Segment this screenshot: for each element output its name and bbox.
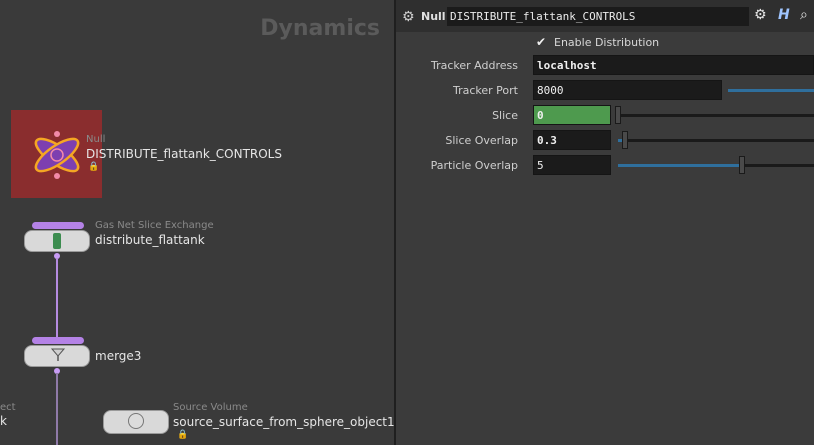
- partial-node-name[interactable]: k: [0, 414, 7, 428]
- node-name-field[interactable]: DISTRIBUTE_flattank_CONTROLS: [447, 7, 749, 26]
- particle-overlap-slider-handle[interactable]: [739, 156, 745, 174]
- particle-overlap-field[interactable]: 5: [533, 155, 611, 175]
- node-input-bar: [32, 222, 84, 229]
- merge3-node-name[interactable]: merge3: [95, 349, 141, 363]
- slice-exchange-icon: [53, 233, 61, 249]
- node-gear-icon[interactable]: ⚙: [402, 9, 415, 25]
- tracker-port-slider-fill: [728, 89, 814, 92]
- enable-distribution-checkbox[interactable]: ✔: [536, 36, 548, 48]
- particle-overlap-slider-fill: [618, 164, 742, 167]
- enable-distribution-label: Enable Distribution: [554, 36, 660, 49]
- tracker-port-label: Tracker Port: [453, 84, 518, 97]
- parameter-header: ⚙ Null DISTRIBUTE_flattank_CONTROLS ⚙ H …: [396, 0, 814, 32]
- source-volume-node-name[interactable]: source_surface_from_sphere_object1: [173, 415, 394, 429]
- help-icon[interactable]: H: [778, 7, 790, 23]
- slice-overlap-slider-handle[interactable]: [622, 131, 628, 149]
- particle-overlap-label: Particle Overlap: [430, 159, 518, 172]
- network-view[interactable]: Dynamics Null DISTRIBUTE_flattank_CONTRO…: [0, 0, 394, 445]
- node-type-label: Null: [421, 10, 446, 23]
- source-lock-icon: 🔒: [177, 430, 189, 440]
- slice-field[interactable]: 0: [533, 105, 611, 125]
- null-node-icon[interactable]: [28, 130, 86, 180]
- gear-icon[interactable]: ⚙: [754, 7, 767, 23]
- merge-input-bar: [32, 337, 84, 344]
- merge-icon: [50, 348, 66, 361]
- slice-overlap-field[interactable]: 0.3: [533, 130, 611, 150]
- slice-overlap-label: Slice Overlap: [445, 134, 518, 147]
- merge-output-wire: [56, 373, 58, 445]
- source-volume-node-type: Source Volume: [173, 402, 248, 413]
- slice-exchange-node-name[interactable]: distribute_flattank: [95, 233, 205, 247]
- network-title: Dynamics: [260, 16, 380, 41]
- tracker-port-field[interactable]: 8000: [533, 80, 722, 100]
- slice-label: Slice: [492, 109, 518, 122]
- null-node-type: Null: [86, 134, 106, 145]
- slice-exchange-node-type: Gas Net Slice Exchange: [95, 220, 214, 231]
- slice-slider[interactable]: [618, 114, 814, 117]
- lock-icon: 🔒: [88, 162, 100, 172]
- slice-overlap-slider[interactable]: [618, 139, 814, 142]
- search-icon[interactable]: ⌕: [800, 7, 808, 23]
- null-node-name[interactable]: DISTRIBUTE_flattank_CONTROLS: [86, 147, 282, 161]
- partial-node-type: ect: [0, 402, 16, 413]
- slice-slider-handle[interactable]: [615, 106, 621, 124]
- parameter-panel: ⚙ Null DISTRIBUTE_flattank_CONTROLS ⚙ H …: [396, 0, 814, 445]
- tracker-address-field[interactable]: localhost: [533, 55, 814, 75]
- source-volume-icon: [128, 413, 144, 429]
- tracker-address-label: Tracker Address: [431, 59, 518, 72]
- connection-wire: [56, 258, 58, 340]
